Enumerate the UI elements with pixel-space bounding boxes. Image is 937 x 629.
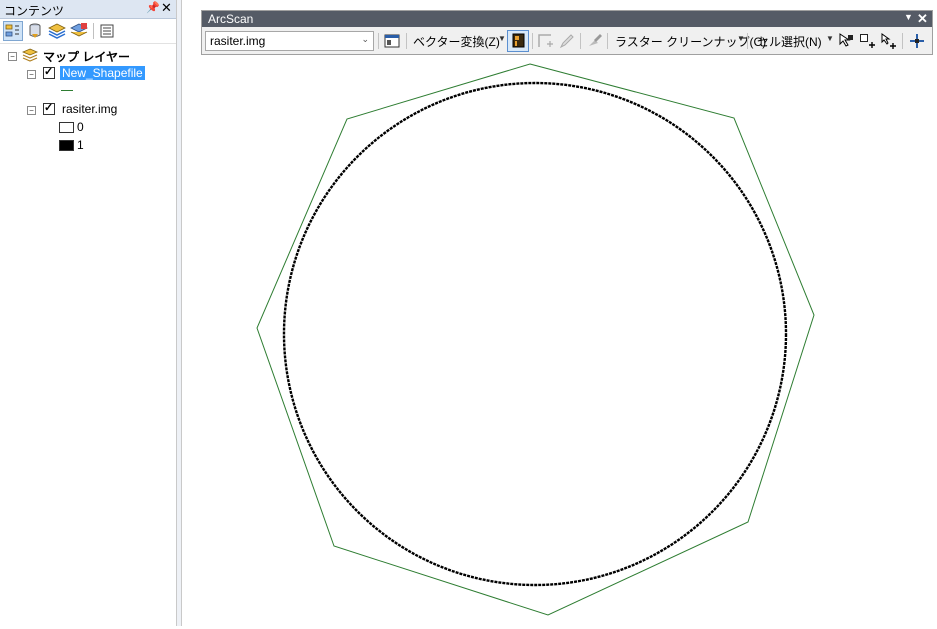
toolbar-separator <box>607 33 608 49</box>
raster-cleanup-icon[interactable] <box>586 32 604 50</box>
shape-recognition-icon[interactable] <box>537 32 555 50</box>
arcscan-title-bar[interactable]: ArcScan ▼ ✕ <box>202 11 932 27</box>
list-by-visibility-icon[interactable] <box>48 22 66 40</box>
arcscan-toolbar[interactable]: ArcScan ▼ ✕ rasiter.img ⌄ ベクター変換(Z) ▼ ラス… <box>201 10 933 55</box>
erase-selected-cells-icon[interactable] <box>858 32 876 50</box>
layer-name[interactable]: rasiter.img <box>62 102 117 116</box>
list-by-source-icon[interactable] <box>26 22 44 40</box>
line-symbol[interactable] <box>61 90 73 91</box>
vectorization-trace-tool-icon[interactable] <box>507 30 529 52</box>
toolbar-separator <box>902 33 903 49</box>
toolbar-separator <box>93 23 94 39</box>
collapse-icon[interactable]: − <box>8 52 17 61</box>
arcscan-title: ArcScan <box>208 12 254 26</box>
close-icon[interactable]: ✕ <box>917 11 928 27</box>
contents-panel-title: コンテンツ <box>4 4 65 18</box>
contents-panel-title-bar: コンテンツ 📌 ✕ <box>0 0 176 19</box>
legend-label: 0 <box>77 120 84 134</box>
contents-panel: コンテンツ 📌 ✕ − マップ レイヤー − ✓ New_Shapefile −… <box>0 0 177 626</box>
options-icon[interactable] <box>98 22 116 40</box>
vectorization-settings-icon[interactable] <box>908 32 926 50</box>
list-by-selection-icon[interactable] <box>70 22 88 40</box>
toolbar-separator <box>532 33 533 49</box>
chevron-down-icon[interactable]: ▼ <box>737 34 745 43</box>
legend-swatch-0[interactable] <box>59 122 74 133</box>
raster-layer-select[interactable]: rasiter.img ⌄ <box>205 31 374 51</box>
raster-snapping-options-icon[interactable] <box>383 32 401 50</box>
chevron-down-icon[interactable]: ▼ <box>826 34 834 43</box>
pencil-icon[interactable] <box>558 32 576 50</box>
layer-name[interactable]: New_Shapefile <box>60 66 145 80</box>
raster-circle-ring[interactable] <box>282 81 788 587</box>
select-connected-cells-icon[interactable] <box>837 32 855 50</box>
arcscan-command-bar: rasiter.img ⌄ ベクター変換(Z) ▼ ラスター クリーンナップ(C… <box>202 28 932 54</box>
vectorization-menu[interactable]: ベクター変換(Z) <box>413 33 500 50</box>
list-by-drawing-order-icon[interactable] <box>3 21 23 41</box>
layer-visibility-checkbox[interactable]: ✓ <box>43 102 55 115</box>
toolbar-separator <box>747 33 748 49</box>
toolbar-separator <box>406 33 407 49</box>
map-layers-root[interactable]: マップ レイヤー <box>43 48 130 65</box>
raster-layer-value: rasiter.img <box>210 34 266 48</box>
toolbar-separator <box>580 33 581 49</box>
toolbar-options-icon[interactable]: ▼ <box>904 12 913 22</box>
map-view[interactable] <box>182 56 937 626</box>
legend-label: 1 <box>77 138 84 152</box>
cell-selection-menu[interactable]: セル選択(N) <box>757 33 822 50</box>
toolbar-separator <box>378 33 379 49</box>
layers-icon <box>21 47 39 63</box>
chevron-down-icon[interactable]: ⌄ <box>361 34 369 45</box>
close-icon[interactable]: ✕ <box>161 0 172 16</box>
fill-selected-cells-icon[interactable] <box>880 32 898 50</box>
contents-toolbar <box>0 19 176 44</box>
pin-icon[interactable]: 📌 <box>146 1 160 14</box>
octagon-polygon-feature[interactable] <box>256 63 815 616</box>
layer-visibility-checkbox[interactable]: ✓ <box>43 66 55 79</box>
collapse-icon[interactable]: − <box>27 70 36 79</box>
legend-swatch-1[interactable] <box>59 140 74 151</box>
chevron-down-icon[interactable]: ▼ <box>498 34 506 43</box>
collapse-icon[interactable]: − <box>27 106 36 115</box>
